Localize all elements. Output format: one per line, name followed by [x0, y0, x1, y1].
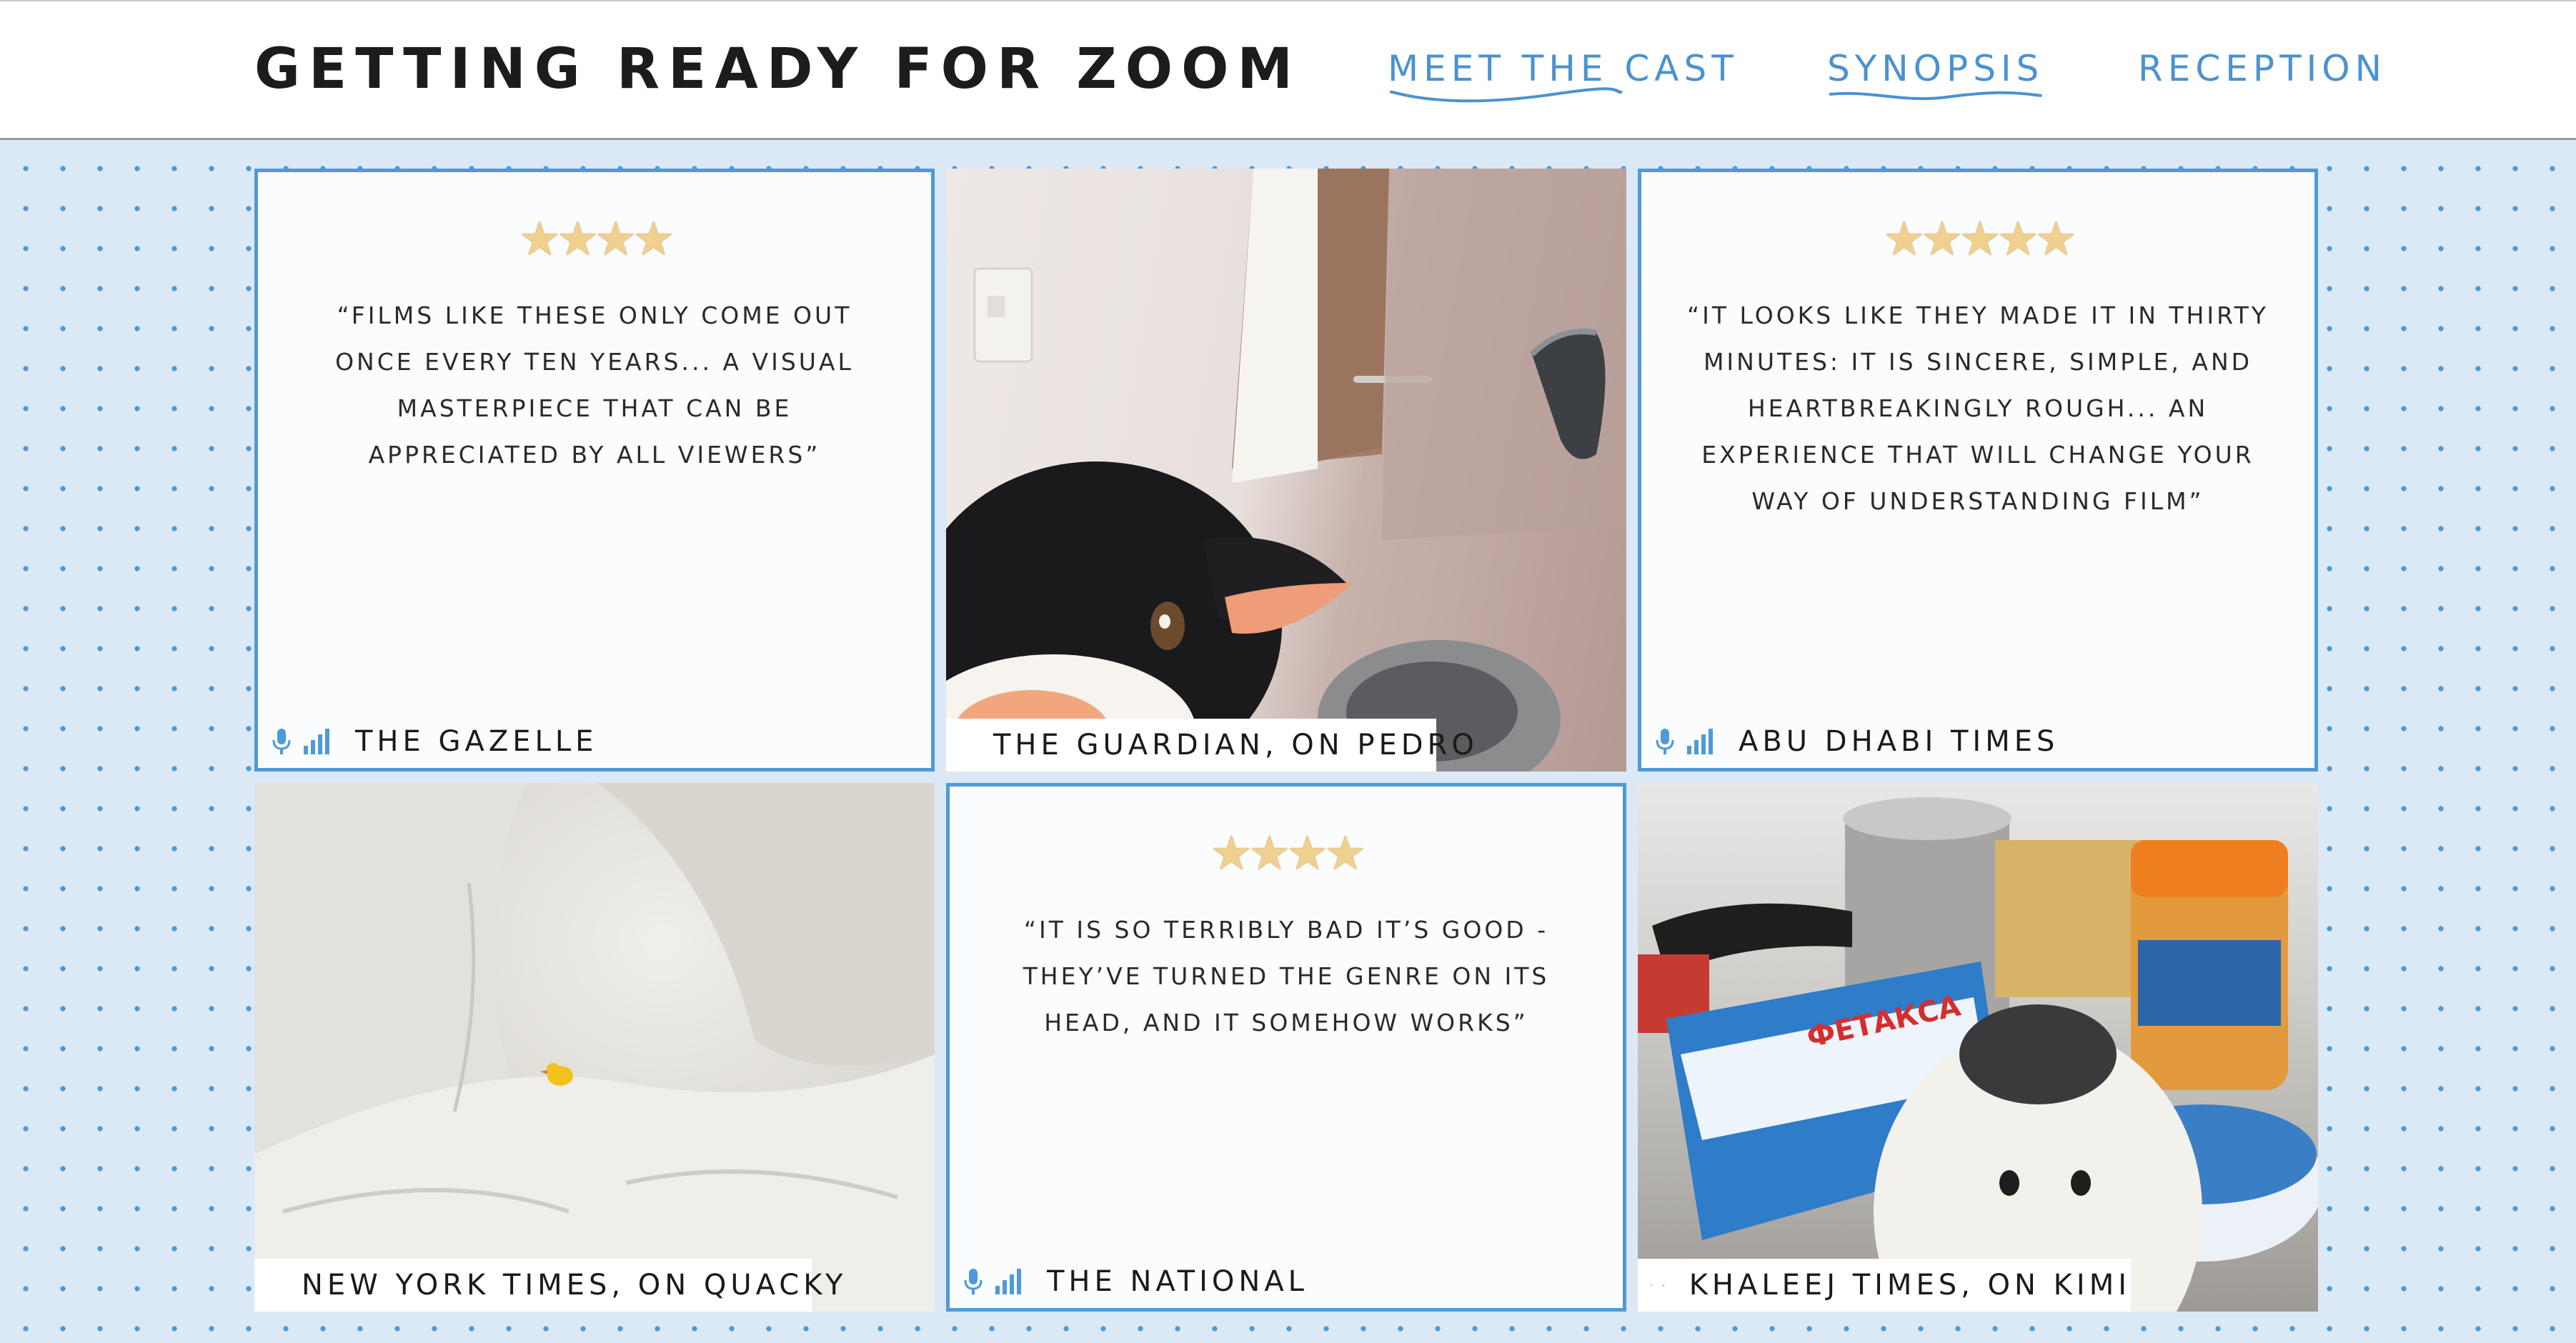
review-quote: “IT LOOKS LIKE THEY MADE IT IN THIRTY MI…	[1687, 301, 2269, 515]
fridge-puppet-illustration: ФЕТАКСА	[1638, 797, 2318, 1312]
tile-caption-bar: NEW YORK TIMES, ON QUACKY	[254, 1259, 842, 1312]
nav-reception-label[interactable]: RECEPTION	[2138, 48, 2387, 89]
video-tile-quacky[interactable]: NEW YORK TIMES, ON QUACKY	[254, 783, 935, 1312]
video-caption: KHALEEJ TIMES, ON KIMI	[1689, 1269, 2131, 1302]
nav-meet-the-cast[interactable]: MEET THE CAST	[1388, 40, 1739, 103]
review-source: THE NATIONAL	[1047, 1265, 1308, 1298]
video-caption: NEW YORK TIMES, ON QUACKY	[302, 1269, 847, 1302]
star-rating: ★★★★★	[1883, 211, 2077, 266]
review-card: ★★★★★ “IT LOOKS LIKE THEY MADE IT IN THI…	[1638, 169, 2318, 772]
review-card: ★★★★ “IT IS SO TERRIBLY BAD IT’S GOOD - …	[946, 783, 1626, 1312]
signal-bars-icon	[302, 727, 331, 756]
tile-caption-bar: KHALEEJ TIMES, ON KIMI	[1638, 1259, 2131, 1312]
tile-caption-bar: THE GAZELLE	[258, 715, 597, 768]
signal-bars-icon	[1686, 727, 1714, 756]
signal-bars-icon	[1662, 1271, 1665, 1299]
underline-squiggle	[1827, 87, 2044, 104]
bathroom-scene	[946, 169, 1626, 772]
video-tile-kimi[interactable]: ФЕТАКСА KHALEEJ TIMES, ON KIMI	[1638, 783, 2318, 1312]
star-rating: ★★★★	[1210, 826, 1367, 881]
microphone-icon[interactable]	[1651, 1271, 1653, 1299]
nav-synopsis-label[interactable]: SYNOPSIS	[1827, 48, 2044, 89]
review-card: ★★★★ “FILMS LIKE THESE ONLY COME OUT ONC…	[254, 169, 935, 772]
site-title[interactable]: GETTING READY FOR ZOOM	[254, 30, 1301, 109]
nav-meet-the-cast-label[interactable]: MEET THE CAST	[1388, 48, 1739, 89]
tile-caption-bar: ABU DHABI TIMES	[1641, 715, 2059, 768]
microphone-icon[interactable]	[1654, 727, 1676, 756]
bedroom-scene	[254, 783, 935, 1312]
microphone-icon[interactable]	[963, 1267, 984, 1296]
penguin-puppet-illustration	[946, 169, 1626, 772]
video-tile-pedro[interactable]: THE GUARDIAN, ON PEDRO	[946, 169, 1626, 772]
video-caption: THE GUARDIAN, ON PEDRO	[993, 729, 1478, 762]
review-source: THE GAZELLE	[355, 725, 598, 758]
fridge-scene: ФЕТАКСА	[1638, 783, 2318, 1312]
rubber-duck-illustration	[254, 783, 935, 1312]
nav-reception[interactable]: RECEPTION	[2138, 40, 2387, 97]
tile-caption-bar: THE GUARDIAN, ON PEDRO	[946, 719, 1474, 772]
review-quote: “IT IS SO TERRIBLY BAD IT’S GOOD - THEY’…	[1023, 916, 1550, 1037]
underline-squiggle	[1388, 87, 1624, 104]
microphone-icon[interactable]	[271, 727, 292, 756]
review-quote: “FILMS LIKE THESE ONLY COME OUT ONCE EVE…	[335, 301, 854, 469]
signal-bars-icon	[994, 1267, 1023, 1296]
nav-synopsis[interactable]: SYNOPSIS	[1827, 40, 2044, 101]
star-rating: ★★★★	[518, 211, 675, 266]
site-header: GETTING READY FOR ZOOM MEET THE CAST SYN…	[0, 0, 2576, 140]
review-source: ABU DHABI TIMES	[1739, 725, 2059, 758]
tile-caption-bar: THE NATIONAL	[950, 1255, 1308, 1308]
